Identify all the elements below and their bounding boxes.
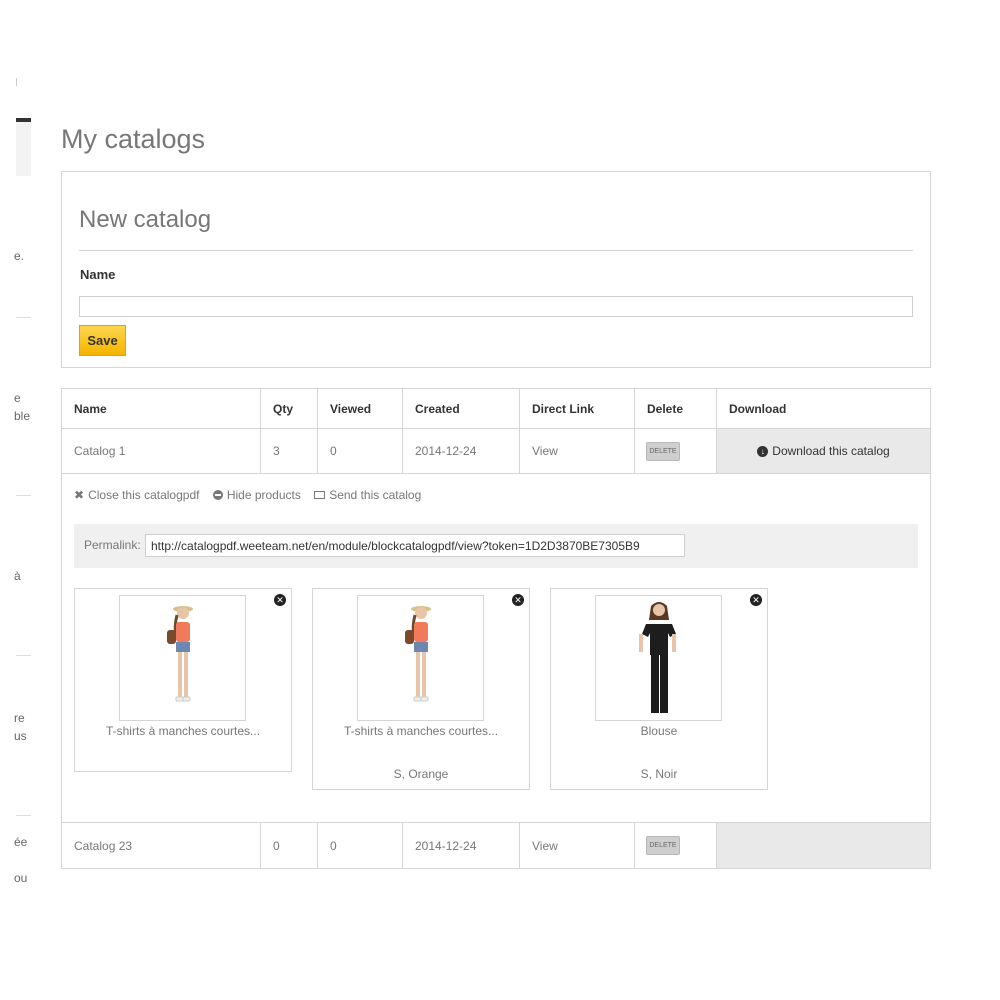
sidebar-text-fragment: ou xyxy=(14,871,28,885)
remove-product-icon[interactable]: ✕ xyxy=(750,594,762,606)
name-label: Name xyxy=(80,267,116,282)
product-name: T-shirts à manches courtes... xyxy=(105,724,261,738)
permalink-bar: Permalink: xyxy=(74,524,918,568)
close-catalog-link[interactable]: ✖ Close this catalogpdf xyxy=(74,488,199,502)
permalink-label: Permalink: xyxy=(84,538,141,552)
sidebar-tick xyxy=(16,78,17,86)
viewed-cell: 0 xyxy=(318,429,403,473)
delete-button[interactable]: DELETE xyxy=(646,441,680,461)
sidebar-divider xyxy=(16,815,31,816)
sidebar-divider xyxy=(16,655,31,656)
product-card: ✕ Blouse S, Noir xyxy=(550,588,768,790)
download-label: Download this catalog xyxy=(772,444,890,458)
product-image[interactable] xyxy=(357,595,484,721)
created-cell: 2014-12-24 xyxy=(403,823,520,868)
remove-product-icon[interactable]: ✕ xyxy=(274,594,286,606)
column-header-viewed: Viewed xyxy=(318,389,403,428)
delete-cell: DELETE xyxy=(635,429,717,473)
sidebar-text-fragment: ée xyxy=(14,835,28,849)
view-link[interactable]: View xyxy=(520,429,635,473)
column-header-qty: Qty xyxy=(261,389,318,428)
catalog-actions: ✖ Close this catalogpdf Hide products Sen… xyxy=(74,488,431,502)
column-header-download: Download xyxy=(729,401,787,416)
delete-cell: DELETE xyxy=(635,823,717,868)
product-card: ✕ T-shirts à manches courtes... xyxy=(74,588,292,772)
sidebar-divider xyxy=(16,317,31,318)
column-header-created: Created xyxy=(403,389,520,428)
new-catalog-panel: New catalog Name Save xyxy=(61,171,931,368)
catalog-detail-panel: ✖ Close this catalogpdf Hide products Sen… xyxy=(62,474,930,823)
download-catalog-button[interactable]: ↓ Download this catalog xyxy=(717,429,930,473)
product-attributes: S, Noir xyxy=(640,767,678,781)
product-name: T-shirts à manches courtes... xyxy=(343,724,499,738)
sidebar-text-fragment: à xyxy=(14,569,21,583)
column-header-direct-link: Direct Link xyxy=(520,389,635,428)
envelope-icon xyxy=(314,491,326,499)
column-header-delete: Delete xyxy=(635,389,717,428)
remove-product-icon[interactable]: ✕ xyxy=(512,594,524,606)
qty-cell: 3 xyxy=(261,429,318,473)
sidebar-divider xyxy=(16,495,31,496)
sidebar-text-fragment: us xyxy=(14,729,27,743)
send-catalog-link[interactable]: Send this catalog xyxy=(314,488,421,502)
page-title: My catalogs xyxy=(61,124,206,154)
qty-cell: 0 xyxy=(261,823,318,868)
table-header-row: Name Qty Viewed Created Direct Link Dele… xyxy=(62,389,930,429)
download-icon: ↓ xyxy=(757,445,769,457)
column-header-name: Name xyxy=(62,389,261,428)
close-icon: ✖ xyxy=(74,488,85,502)
divider xyxy=(79,250,913,251)
sidebar-text-fragment: e xyxy=(14,391,21,405)
product-name: Blouse xyxy=(640,724,678,738)
view-link[interactable]: View xyxy=(520,823,635,868)
product-image[interactable] xyxy=(119,595,246,721)
sidebar-text-fragment: e. xyxy=(14,249,25,263)
created-cell: 2014-12-24 xyxy=(403,429,520,473)
catalogs-table: Name Qty Viewed Created Direct Link Dele… xyxy=(61,388,931,869)
catalog-name-cell[interactable]: Catalog 1 xyxy=(62,429,261,473)
product-attributes: S, Orange xyxy=(393,767,449,781)
table-row: Catalog 1 3 0 2014-12-24 View DELETE ↓ D… xyxy=(62,429,930,474)
sidebar-text-fragment: ble xyxy=(14,409,31,423)
table-row: Catalog 23 0 0 2014-12-24 View DELETE xyxy=(62,823,930,868)
download-cell xyxy=(717,823,930,868)
delete-button[interactable]: DELETE xyxy=(646,836,680,855)
sidebar-text-fragment: re xyxy=(14,711,25,725)
hide-products-link[interactable]: Hide products xyxy=(212,488,301,502)
close-catalog-label: Close this catalogpdf xyxy=(88,488,200,502)
product-card: ✕ T-shirts à manches courtes... S, Orang… xyxy=(312,588,530,790)
left-sidebar: e. e ble à re us ée ou xyxy=(0,0,32,1000)
permalink-input[interactable] xyxy=(145,534,685,557)
minus-circle-icon xyxy=(212,490,223,500)
viewed-cell: 0 xyxy=(318,823,403,868)
send-catalog-label: Send this catalog xyxy=(329,488,422,502)
hide-products-label: Hide products xyxy=(226,488,301,502)
sidebar-box xyxy=(16,122,31,176)
save-button[interactable]: Save xyxy=(79,325,126,356)
new-catalog-title: New catalog xyxy=(79,206,212,233)
catalog-name-input[interactable] xyxy=(79,296,913,317)
catalog-name-cell[interactable]: Catalog 23 xyxy=(62,823,261,868)
product-image[interactable] xyxy=(595,595,722,721)
